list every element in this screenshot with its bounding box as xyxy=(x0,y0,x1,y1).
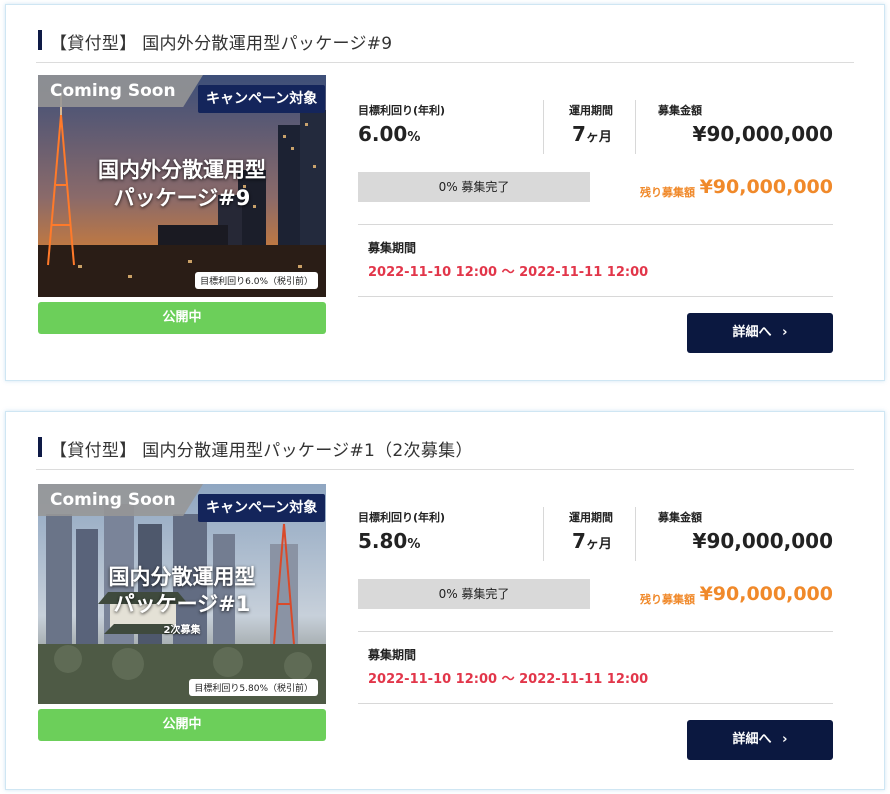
detail-button-label: 詳細へ xyxy=(732,325,772,340)
remaining-value: ¥90,000,000 xyxy=(699,176,833,198)
thumbnail-title-line1: 国内分散運用型 xyxy=(108,565,256,589)
yield-value: 6.00% xyxy=(358,122,421,146)
column-divider xyxy=(635,507,636,561)
funding-progress-bar: 0% 募集完了 xyxy=(358,579,590,609)
term-value: 7ヶ月 xyxy=(572,122,612,146)
thumbnail-subtitle: 2次募集 xyxy=(163,625,201,636)
yield-label: 目標利回り(年利) xyxy=(358,104,446,117)
term-value: 7ヶ月 xyxy=(572,529,612,553)
column-divider xyxy=(543,100,544,154)
fund-title-row: 【貸付型】 国内分散運用型パッケージ#1（2次募集） xyxy=(36,436,854,470)
chevron-right-icon: › xyxy=(782,732,788,747)
section-divider xyxy=(358,296,833,297)
campaign-badge: キャンペーン対象 xyxy=(198,85,326,113)
column-divider xyxy=(635,100,636,154)
detail-button[interactable]: 詳細へ › xyxy=(687,313,833,353)
fund-thumbnail[interactable]: Coming Soon キャンペーン対象 国内外分散運用型 パッケージ#9 目標… xyxy=(38,75,326,297)
section-divider xyxy=(358,631,833,632)
title-accent-bar xyxy=(38,30,42,50)
remaining-label: 残り募集額 xyxy=(640,593,695,606)
yield-value: 5.80% xyxy=(358,529,421,553)
thumbnail-yield-tag: 目標利回り5.80%（税引前） xyxy=(189,679,318,696)
section-divider xyxy=(358,224,833,225)
amount-label: 募集金額 xyxy=(658,511,702,524)
fund-thumbnail[interactable]: Coming Soon キャンペーン対象 国内分散運用型 パッケージ#1 2次募… xyxy=(38,484,326,704)
thumbnail-title-line1: 国内外分散運用型 xyxy=(98,158,266,182)
detail-button[interactable]: 詳細へ › xyxy=(687,720,833,760)
fund-card: 【貸付型】 国内外分散運用型パッケージ#9 Coming Soon キャンペーン… xyxy=(5,4,885,381)
fund-card: 【貸付型】 国内分散運用型パッケージ#1（2次募集） Coming Soon キ… xyxy=(5,411,885,790)
period-label: 募集期間 xyxy=(368,648,417,662)
coming-soon-banner: Coming Soon xyxy=(38,484,203,516)
amount-value: ¥90,000,000 xyxy=(692,529,833,553)
thumbnail-title-line2: パッケージ#1 xyxy=(113,592,251,616)
fund-title[interactable]: 【貸付型】 国内分散運用型パッケージ#1（2次募集） xyxy=(50,436,473,461)
status-badge: 公開中 xyxy=(38,302,326,334)
column-divider xyxy=(543,507,544,561)
thumbnail-yield-tag: 目標利回り6.0%（税引前） xyxy=(195,272,318,289)
amount-label: 募集金額 xyxy=(658,104,702,117)
amount-value: ¥90,000,000 xyxy=(692,122,833,146)
detail-button-label: 詳細へ xyxy=(732,732,772,747)
remaining-value: ¥90,000,000 xyxy=(699,583,833,605)
thumbnail-title-line2: パッケージ#9 xyxy=(113,186,251,210)
status-badge: 公開中 xyxy=(38,709,326,741)
period-label: 募集期間 xyxy=(368,241,417,255)
fund-title[interactable]: 【貸付型】 国内外分散運用型パッケージ#9 xyxy=(50,29,392,54)
fund-title-row: 【貸付型】 国内外分散運用型パッケージ#9 xyxy=(36,29,854,63)
period-value: 2022-11-10 12:00 ～ 2022-11-11 12:00 xyxy=(368,265,649,280)
chevron-right-icon: › xyxy=(782,325,788,340)
remaining-label: 残り募集額 xyxy=(640,186,695,199)
funding-progress-bar: 0% 募集完了 xyxy=(358,172,590,202)
term-label: 運用期間 xyxy=(569,104,613,117)
period-value: 2022-11-10 12:00 ～ 2022-11-11 12:00 xyxy=(368,672,649,687)
campaign-badge: キャンペーン対象 xyxy=(198,494,326,522)
section-divider xyxy=(358,703,833,704)
term-label: 運用期間 xyxy=(569,511,613,524)
coming-soon-banner: Coming Soon xyxy=(38,75,203,107)
title-accent-bar xyxy=(38,437,42,457)
yield-label: 目標利回り(年利) xyxy=(358,511,446,524)
